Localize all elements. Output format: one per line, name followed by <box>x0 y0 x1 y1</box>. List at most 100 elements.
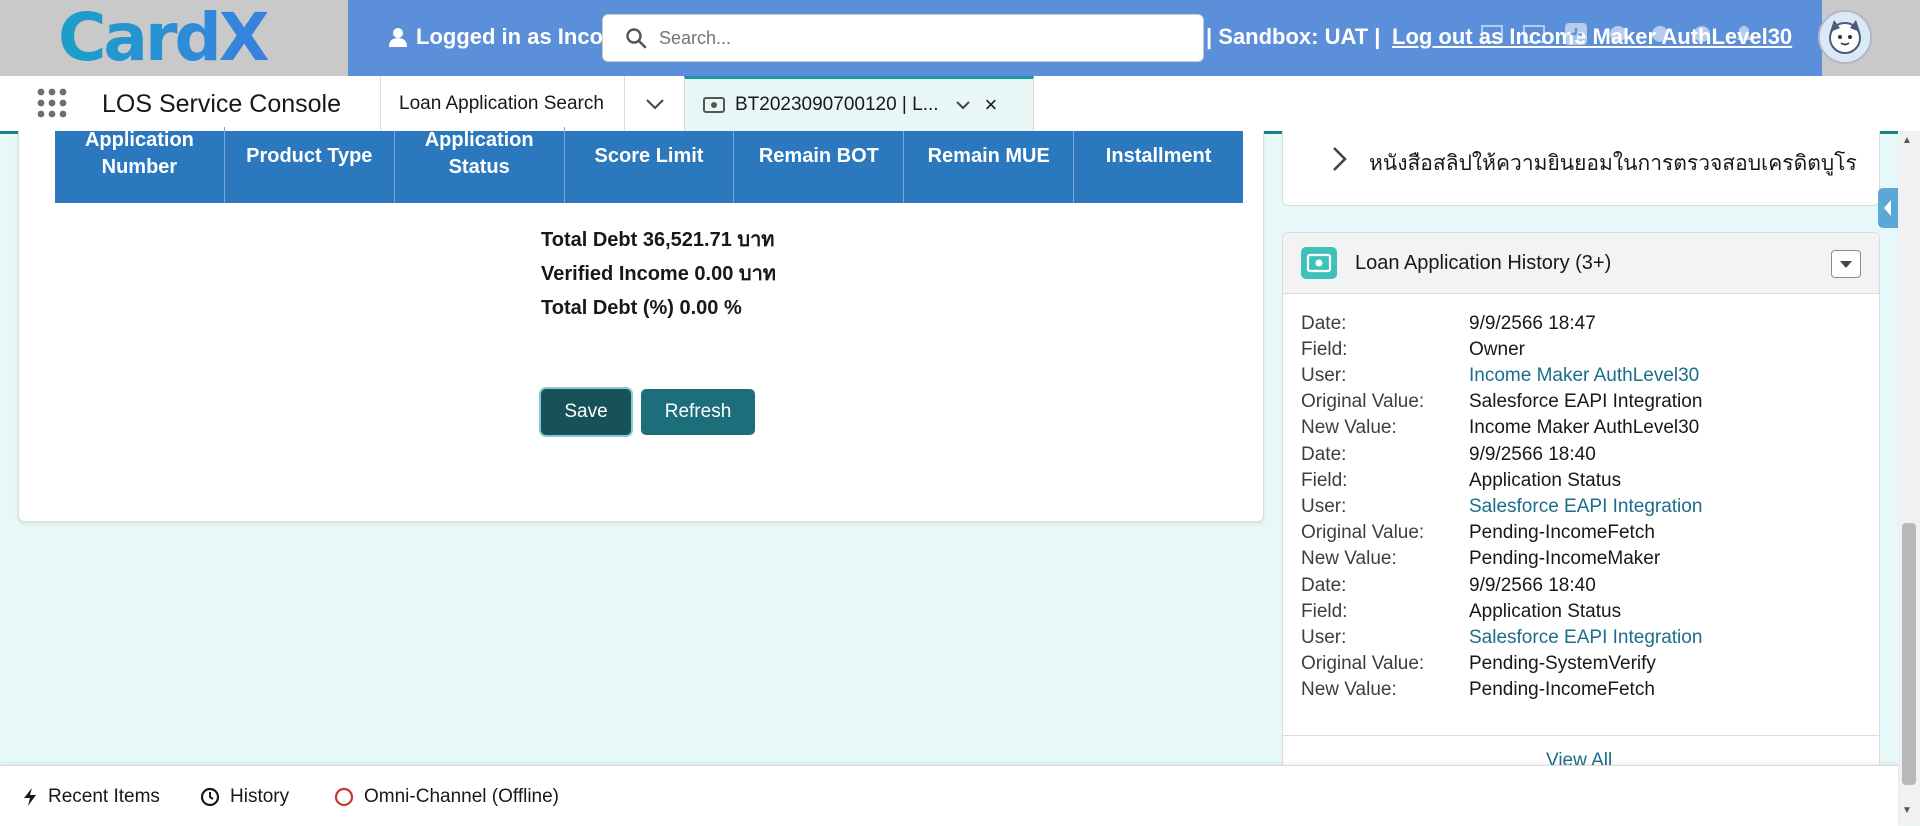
app-name: LOS Service Console <box>102 90 342 118</box>
tab-loan-application-record[interactable]: BT2023090700120 | L... × <box>684 76 1034 131</box>
user-avatar[interactable] <box>1818 10 1872 64</box>
new-value: Income Maker AuthLevel30 <box>1469 417 1700 438</box>
total-debt-percent: Total Debt (%) 0.00 % <box>541 297 742 319</box>
date-value: 9/9/2566 18:40 <box>1469 444 1596 465</box>
history-entry: Date: 9/9/2566 18:47 Field: Owner User: Inc… <box>1301 311 1861 441</box>
history-header: Loan Application History (3+) <box>1283 233 1879 294</box>
add-icon[interactable] <box>1564 22 1588 46</box>
tab-label: BT2023090700120 | L... <box>735 94 939 115</box>
history-title[interactable]: Loan Application History (3+) <box>1355 252 1611 275</box>
new-value: Pending-IncomeMaker <box>1469 548 1661 569</box>
original-value: Pending-IncomeFetch <box>1469 522 1655 543</box>
original-value: Salesforce EAPI Integration <box>1469 391 1703 412</box>
new-value-label: New Value: <box>1301 417 1397 438</box>
original-value-label: Original Value: <box>1301 522 1425 543</box>
save-button[interactable]: Save <box>541 389 631 435</box>
settings-icon[interactable] <box>1690 22 1714 46</box>
field-value: Owner <box>1469 339 1525 360</box>
tab-label: Loan Application Search <box>399 92 604 114</box>
history-button[interactable]: History <box>200 786 289 808</box>
field-label: Field: <box>1301 601 1348 622</box>
offline-status-icon <box>334 787 354 807</box>
user-label: User: <box>1301 365 1347 386</box>
logged-in-text: Logged in as Inco <box>416 24 604 49</box>
scroll-up-icon[interactable]: ▲ <box>1902 135 1912 146</box>
column-header[interactable]: Application Status <box>395 127 565 203</box>
date-label: Date: <box>1301 444 1347 465</box>
history-entry: Date: 9/9/2566 18:40 Field: Application St… <box>1301 442 1861 572</box>
header-utility-icons <box>1480 22 1756 46</box>
column-header[interactable]: Installment <box>1074 131 1243 203</box>
field-label: Field: <box>1301 470 1348 491</box>
debt-summary: Total Debt 36,521.71 บาท Verified Income… <box>541 223 776 325</box>
sandbox-label: | Sandbox: UAT | <box>1206 24 1381 49</box>
user-label: User: <box>1301 496 1347 517</box>
chevron-left-icon <box>1884 200 1891 216</box>
user-icon <box>389 28 407 47</box>
date-label: Date: <box>1301 575 1347 596</box>
help-icon[interactable] <box>1648 22 1672 46</box>
user-label: User: <box>1301 627 1347 648</box>
logged-in-label: Logged in as Inco <box>388 24 603 50</box>
omni-channel-button[interactable]: Omni-Channel (Offline) <box>334 786 559 808</box>
clock-icon <box>200 787 220 807</box>
tab-loan-application-search[interactable]: Loan Application Search <box>380 76 643 131</box>
field-value: Application Status <box>1469 601 1622 622</box>
money-icon <box>1301 247 1337 279</box>
user-link[interactable]: Salesforce EAPI Integration <box>1469 494 1702 520</box>
verified-income: Verified Income 0.00 บาท <box>541 263 776 285</box>
column-header[interactable]: Score Limit <box>565 131 735 203</box>
global-search[interactable] <box>602 14 1204 62</box>
date-value: 9/9/2566 18:40 <box>1469 575 1596 596</box>
consent-section: หนังสือสลิปให้ความยินยอมในการตรวจสอบเครด… <box>1282 131 1880 206</box>
new-value: Pending-IncomeFetch <box>1469 679 1655 700</box>
console-navigation: LOS Service Console Loan Application Sea… <box>0 76 1920 134</box>
field-label: Field: <box>1301 339 1348 360</box>
chevron-down-icon[interactable] <box>955 100 971 110</box>
search-icon <box>626 28 647 49</box>
history-entry: Date: 9/9/2566 18:40 Field: Application St… <box>1301 573 1861 703</box>
page-scrollbar[interactable]: ▲ ▼ <box>1898 131 1920 825</box>
nav-menu-dropdown[interactable] <box>624 76 685 131</box>
scrollbar-thumb[interactable] <box>1902 523 1916 785</box>
svg-text:CardX: CardX <box>58 6 269 70</box>
total-debt: Total Debt 36,521.71 บาท <box>541 229 775 251</box>
scroll-down-icon[interactable]: ▼ <box>1902 805 1912 816</box>
column-header[interactable]: Remain MUE <box>904 131 1075 203</box>
date-value: 9/9/2566 18:47 <box>1469 313 1596 334</box>
date-label: Date: <box>1301 313 1347 334</box>
money-icon <box>703 97 725 113</box>
history-actions-dropdown[interactable] <box>1831 250 1861 278</box>
search-input[interactable] <box>657 26 1161 50</box>
refresh-button[interactable]: Refresh <box>641 389 755 435</box>
side-panel-toggle[interactable] <box>1878 188 1898 228</box>
column-header[interactable]: Remain BOT <box>734 131 905 203</box>
consent-title[interactable]: หนังสือสลิปให้ความยินยอมในการตรวจสอบเครด… <box>1369 147 1857 180</box>
omni-channel-label: Omni-Channel (Offline) <box>364 786 560 807</box>
app-launcher-icon[interactable] <box>36 87 68 119</box>
favorites-icon[interactable] <box>1480 22 1504 46</box>
loan-application-history-card: Loan Application History (3+) Date: 9/9/2… <box>1282 232 1880 794</box>
notifications-icon[interactable] <box>1732 22 1756 46</box>
recent-items-button[interactable]: Recent Items <box>22 786 160 808</box>
field-value: Application Status <box>1469 470 1622 491</box>
user-link[interactable]: Income Maker AuthLevel30 <box>1469 363 1699 389</box>
favorites-list-icon[interactable] <box>1522 22 1546 46</box>
original-value-label: Original Value: <box>1301 391 1425 412</box>
cardx-logo: CardX <box>58 0 290 76</box>
history-label: History <box>230 786 290 807</box>
recent-items-label: Recent Items <box>48 786 160 807</box>
column-header[interactable]: Application Number <box>55 127 225 203</box>
lightning-icon <box>24 788 36 806</box>
close-icon[interactable]: × <box>985 92 998 118</box>
chevron-down-icon <box>646 98 664 109</box>
original-value-label: Original Value: <box>1301 653 1425 674</box>
utility-bar: Recent Items History Omni-Channel (Offli… <box>0 765 1898 826</box>
user-link[interactable]: Salesforce EAPI Integration <box>1469 625 1702 651</box>
application-table-header: Application Number Product Type Applicat… <box>55 127 1243 203</box>
history-entries: Date: 9/9/2566 18:47 Field: Owner User: Inc… <box>1301 311 1861 703</box>
column-header[interactable]: Product Type <box>225 131 395 203</box>
setup-icon[interactable] <box>1606 22 1630 46</box>
loan-summary-card: Application Number Product Type Applicat… <box>18 127 1264 522</box>
chevron-right-icon[interactable] <box>1331 145 1349 180</box>
